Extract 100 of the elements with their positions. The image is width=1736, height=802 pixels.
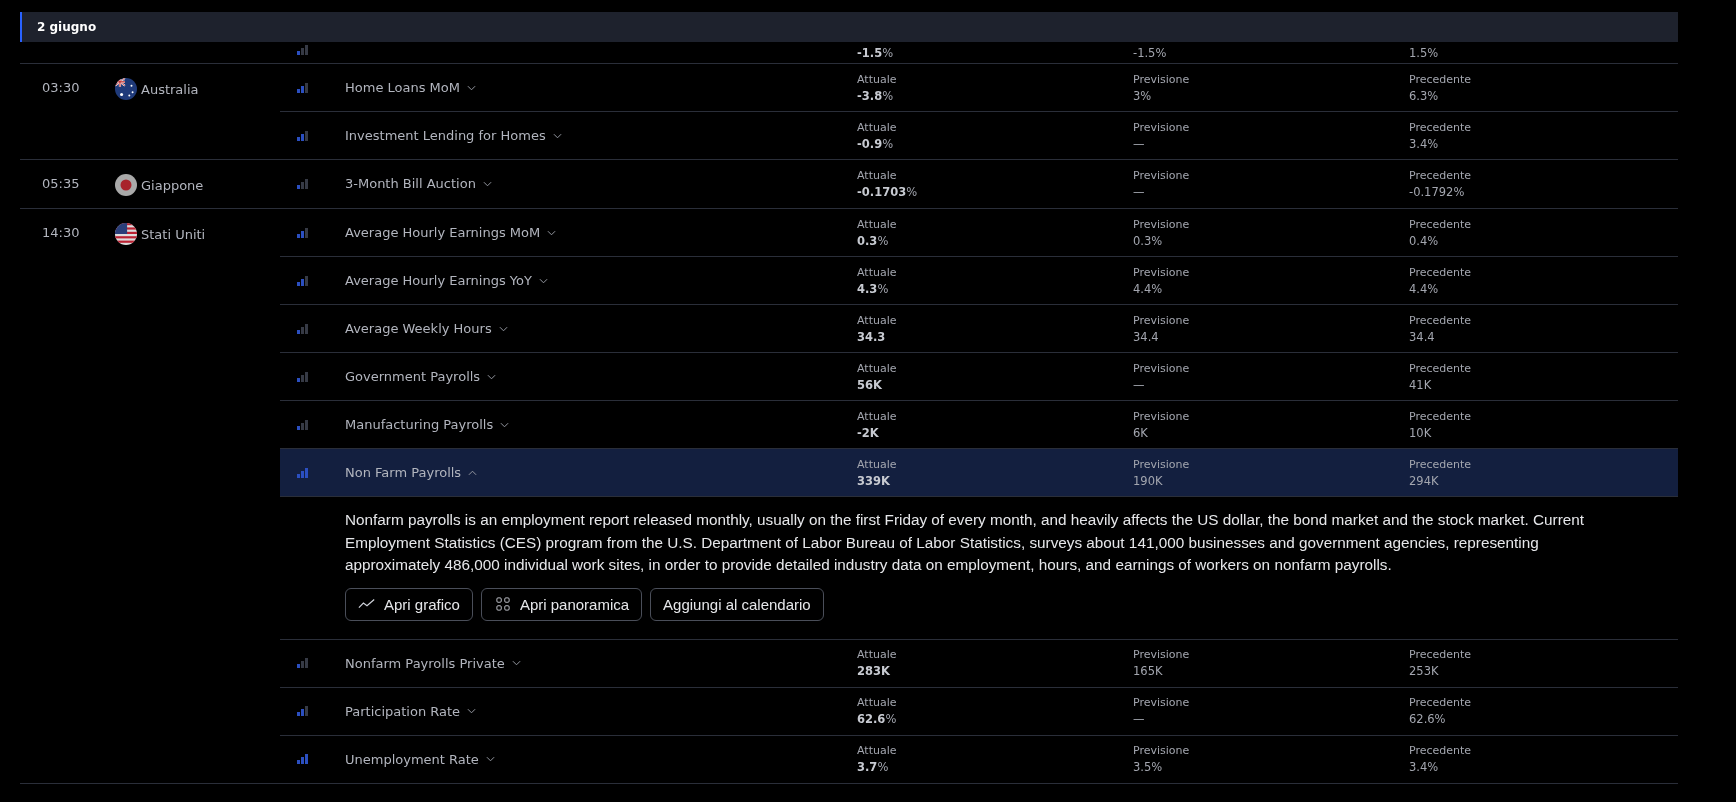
event-name: Average Hourly Earnings YoY [345, 273, 532, 288]
chevron-down-icon[interactable] [467, 708, 477, 714]
event-name: Non Farm Payrolls [345, 465, 462, 480]
forecast-value: — [1133, 376, 1146, 393]
forecast-value: 165K [1133, 663, 1164, 679]
actual-label: Attuale [857, 743, 898, 759]
forecast-label: Previsione [1133, 360, 1191, 377]
event-row[interactable]: Investment Lending for Homes Attuale -0.9% Previsione — Precedente 3.4% [280, 112, 1678, 159]
previous-label: Precedente [1409, 216, 1473, 233]
actual-label: Attuale [857, 312, 898, 329]
actual-label: Attuale [857, 695, 898, 711]
forecast-value: -1.5% [1133, 45, 1168, 61]
chevron-up-icon[interactable] [468, 469, 478, 476]
event-row[interactable]: Average Hourly Earnings MoM Attuale 0.3% Previsione 0.3% Precedente 0.4% [280, 209, 1678, 257]
forecast-label: Previsione [1133, 456, 1191, 473]
forecast-value: 190K [1133, 472, 1164, 489]
flag-icon [115, 223, 137, 245]
forecast-value: 34.4 [1133, 328, 1160, 345]
actual-label: Attuale [857, 71, 898, 88]
forecast-value: — [1133, 135, 1146, 152]
event-time: 03:30 [42, 79, 81, 97]
chevron-down-icon[interactable] [498, 325, 508, 332]
chevron-down-icon[interactable] [467, 84, 476, 91]
previous-value: 62.6% [1409, 711, 1447, 727]
chevron-down-icon[interactable] [487, 373, 497, 380]
chevron-down-icon[interactable] [482, 180, 492, 187]
chevron-down-icon[interactable] [552, 132, 562, 139]
previous-label: Precedente [1409, 647, 1473, 663]
actual-label: Attuale [857, 408, 898, 425]
actual-value: 34.3 [857, 328, 887, 345]
actual-label: Attuale [857, 167, 898, 184]
event-name: Average Hourly Earnings MoM [345, 225, 541, 240]
previous-label: Precedente [1409, 264, 1473, 281]
actual-label: Attuale [857, 216, 898, 233]
actual-value: 283K [857, 663, 891, 679]
forecast-value: 0.3% [1133, 232, 1164, 249]
event-row[interactable]: Average Weekly Hours Attuale 34.3 Previsione 34.4 Precedente 34.4 [280, 305, 1678, 353]
forecast-label: Previsione [1133, 167, 1191, 184]
forecast-label: Previsione [1133, 71, 1191, 88]
event-time: 05:35 [42, 175, 81, 193]
forecast-label: Previsione [1133, 743, 1191, 759]
actual-value: 4.3% [857, 280, 890, 297]
event-row[interactable]: Non Farm Payrolls Attuale 339K Previsione 190K Precedente 294K [280, 449, 1678, 497]
forecast-value: 4.4% [1133, 280, 1164, 297]
event-row[interactable]: 3-Month Bill Auction Attuale -0.1703% Previsione — Precedente -0.1792% [280, 160, 1678, 207]
event-row[interactable]: -1.5% -1.5% 1.5% [280, 42, 1678, 63]
event-name: Average Weekly Hours [345, 321, 492, 336]
open-overview-button[interactable]: Apri panoramica [480, 587, 643, 621]
grid-icon [493, 597, 512, 611]
forecast-value: 3.5% [1133, 759, 1164, 775]
event-name: Government Payrolls [345, 369, 481, 384]
actual-value: -3.8% [857, 87, 895, 104]
previous-value: -0.1792% [1409, 183, 1466, 200]
previous-value: 6.3% [1409, 87, 1440, 104]
chevron-down-icon[interactable] [538, 277, 548, 284]
event-row[interactable]: Unemployment Rate Attuale 3.7% Previsione 3.5% Precedente 3.4% [280, 735, 1678, 783]
event-name: Participation Rate [345, 703, 461, 719]
forecast-value: 3% [1133, 87, 1153, 104]
event-row[interactable]: Average Hourly Earnings YoY Attuale 4.3% Previsione 4.4% Precedente 4.4% [280, 257, 1678, 305]
actual-value: 3.7% [857, 759, 890, 775]
actual-value: -2K [857, 424, 880, 441]
actual-value: 0.3% [857, 232, 890, 249]
chevron-down-icon[interactable] [485, 756, 495, 762]
event-name: Nonfarm Payrolls Private [345, 655, 505, 671]
actual-value: -0.9% [857, 135, 895, 152]
previous-label: Precedente [1409, 695, 1473, 711]
event-row[interactable]: Nonfarm Payrolls Private Attuale 283K Previsione 165K Precedente 253K [280, 639, 1678, 688]
actual-value: -0.1703% [857, 183, 919, 200]
chevron-down-icon[interactable] [511, 660, 521, 666]
actual-value: 339K [857, 472, 891, 489]
flag-icon [115, 78, 137, 100]
country-name: Australia [141, 81, 199, 97]
previous-label: Precedente [1409, 408, 1473, 425]
event-row[interactable]: Home Loans MoM Attuale -3.8% Previsione 3% Precedente 6.3% [280, 64, 1678, 112]
event-name: Manufacturing Payrolls [345, 417, 494, 432]
actual-value: 62.6% [857, 711, 898, 727]
forecast-value: — [1133, 183, 1146, 200]
event-row[interactable]: Government Payrolls Attuale 56K Previsione — Precedente 41K [280, 353, 1678, 401]
event-row[interactable]: Participation Rate Attuale 62.6% Previsione — Precedente 62.6% [280, 687, 1678, 736]
add-to-calendar-button[interactable]: Aggiungi al calendario [650, 587, 824, 621]
actual-label: Attuale [857, 119, 898, 136]
country-name: Giappone [141, 177, 204, 193]
forecast-label: Previsione [1133, 647, 1191, 663]
event-name: Home Loans MoM [345, 80, 460, 95]
date-label: 2 giugno [37, 20, 97, 34]
line-chart-icon [358, 597, 376, 611]
previous-label: Precedente [1409, 743, 1473, 759]
open-chart-button[interactable]: Apri grafico [345, 587, 473, 621]
previous-label: Precedente [1409, 312, 1473, 329]
previous-value: 41K [1409, 376, 1433, 393]
actual-label: Attuale [857, 264, 898, 281]
chevron-down-icon[interactable] [547, 229, 557, 236]
forecast-label: Previsione [1133, 408, 1191, 425]
chevron-down-icon[interactable] [500, 421, 510, 428]
previous-value: 3.4% [1409, 135, 1440, 152]
flag-icon [115, 174, 137, 196]
forecast-label: Previsione [1133, 312, 1191, 329]
forecast-value: — [1133, 711, 1146, 727]
previous-label: Precedente [1409, 71, 1473, 88]
previous-value: 0.4% [1409, 232, 1440, 249]
